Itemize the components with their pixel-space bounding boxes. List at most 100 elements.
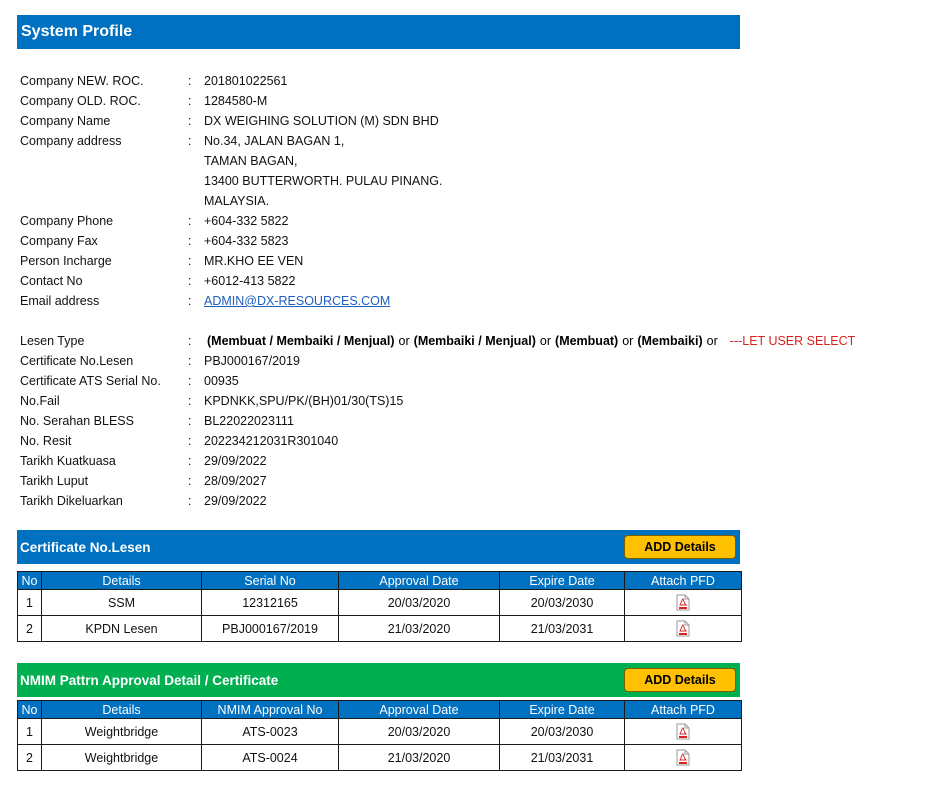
value-cert-no-lesen: PBJ000167/2019 <box>204 354 300 368</box>
label-cert-no-lesen: Certificate No.Lesen <box>20 354 134 368</box>
label-cert-ats-serial: Certificate ATS Serial No. <box>20 374 161 388</box>
cell-no: 2 <box>17 615 42 642</box>
row-contact-no: Contact No : +6012-413 5822 <box>20 273 855 293</box>
lesen-type-options: (Membuat / Membaiki / Menjual) or (Membaik… <box>204 333 855 353</box>
label-lesen-type: Lesen Type <box>20 334 85 348</box>
label-no-resit: No. Resit <box>20 434 72 448</box>
address-line-1: No.34, JALAN BAGAN 1, <box>204 134 345 148</box>
row-company-old-roc: Company OLD. ROC. : 1284580-M <box>20 93 855 113</box>
cell-expire: 20/03/2030 <box>499 718 625 745</box>
nmim-section-header: NMIM Pattrn Approval Detail / Certificat… <box>17 663 740 697</box>
colon: : <box>188 294 192 308</box>
nmim-add-details-button[interactable]: ADD Details <box>624 668 736 692</box>
page-title: System Profile <box>21 23 133 40</box>
value-contact-no: +6012-413 5822 <box>204 274 296 288</box>
cert-section-header: Certificate No.Lesen ADD Details <box>17 530 740 564</box>
value-company-old-roc: 1284580-M <box>204 94 268 108</box>
col-header-attach: Attach PFD <box>624 700 742 719</box>
cell-approval: 21/03/2020 <box>338 744 500 771</box>
cell-approval: 21/03/2020 <box>338 615 500 642</box>
table-row: 1 Weightbridge ATS-0023 20/03/2020 20/03… <box>17 718 742 745</box>
col-header-approval: Approval Date <box>338 571 500 590</box>
label-email: Email address <box>20 294 100 308</box>
lesen-option-4[interactable]: (Membaiki) <box>637 334 702 348</box>
colon: : <box>188 394 192 408</box>
colon: : <box>188 434 192 448</box>
table-row: 1 SSM 12312165 20/03/2020 20/03/2030 <box>17 589 742 616</box>
row-company-address: Company address : No.34, JALAN BAGAN 1, … <box>20 133 855 213</box>
value-tarikh-dikeluarkan: 29/09/2022 <box>204 494 267 508</box>
cell-no: 2 <box>17 744 42 771</box>
lesen-option-3[interactable]: (Membuat) <box>555 334 618 348</box>
row-email: Email address : ADMIN@DX-RESOURCES.COM <box>20 293 855 313</box>
value-person-incharge: MR.KHO EE VEN <box>204 254 304 268</box>
cell-attach <box>624 744 742 771</box>
value-tarikh-kuatkuasa: 29/09/2022 <box>204 454 267 468</box>
cell-expire: 20/03/2030 <box>499 589 625 616</box>
table-row: 2 KPDN Lesen PBJ000167/2019 21/03/2020 2… <box>17 615 742 642</box>
label-contact-no: Contact No <box>20 274 83 288</box>
row-company-name: Company Name : DX WEIGHING SOLUTION (M) … <box>20 113 855 133</box>
lesen-option-1[interactable]: (Membuat / Membaiki / Menjual) <box>207 334 395 348</box>
cert-table: No Details Serial No Approval Date Expir… <box>17 571 742 642</box>
row-company-new-roc: Company NEW. ROC. : 201801022561 <box>20 73 855 93</box>
colon: : <box>188 134 192 148</box>
address-line-4: MALAYSIA. <box>204 194 270 208</box>
row-tarikh-dikeluarkan: Tarikh Dikeluarkan : 29/09/2022 <box>20 493 855 513</box>
col-header-serial: Serial No <box>201 571 339 590</box>
colon: : <box>188 494 192 508</box>
cell-attach <box>624 615 742 642</box>
value-no-fail: KPDNKK,SPU/PK/(BH)01/30(TS)15 <box>204 394 404 408</box>
colon: : <box>188 454 192 468</box>
row-lesen-type: Lesen Type : (Membuat / Membaiki / Menju… <box>20 333 855 353</box>
col-header-expire: Expire Date <box>499 700 625 719</box>
label-company-address: Company address <box>20 134 122 148</box>
colon: : <box>188 74 192 88</box>
cert-add-details-button[interactable]: ADD Details <box>624 535 736 559</box>
col-header-details: Details <box>41 700 202 719</box>
or-separator: or <box>539 334 552 348</box>
label-company-new-roc: Company NEW. ROC. <box>20 74 144 88</box>
colon: : <box>188 114 192 128</box>
label-tarikh-dikeluarkan: Tarikh Dikeluarkan <box>20 494 123 508</box>
col-header-expire: Expire Date <box>499 571 625 590</box>
cert-table-header: No Details Serial No Approval Date Expir… <box>17 571 742 590</box>
cell-attach <box>624 718 742 745</box>
colon: : <box>188 414 192 428</box>
label-person-incharge: Person Incharge <box>20 254 112 268</box>
value-company-fax: +604-332 5823 <box>204 234 289 248</box>
email-link[interactable]: ADMIN@DX-RESOURCES.COM <box>204 293 390 313</box>
row-company-phone: Company Phone : +604-332 5822 <box>20 213 855 233</box>
colon: : <box>188 354 192 368</box>
pdf-icon[interactable] <box>676 620 690 637</box>
cell-details: SSM <box>41 589 202 616</box>
colon: : <box>188 474 192 488</box>
colon: : <box>188 274 192 288</box>
lesen-option-2[interactable]: (Membaiki / Menjual) <box>414 334 536 348</box>
cell-details: Weightbridge <box>41 718 202 745</box>
pdf-icon[interactable] <box>676 749 690 766</box>
label-tarikh-luput: Tarikh Luput <box>20 474 89 488</box>
colon: : <box>188 334 192 348</box>
col-header-no: No <box>17 700 42 719</box>
cell-nmim-approval-no: ATS-0024 <box>201 744 339 771</box>
value-company-new-roc: 201801022561 <box>204 74 288 88</box>
address-line-3: 13400 BUTTERWORTH. PULAU PINANG. <box>204 174 443 188</box>
label-company-name: Company Name <box>20 114 111 128</box>
label-no-serahan: No. Serahan BLESS <box>20 414 134 428</box>
col-header-details: Details <box>41 571 202 590</box>
label-no-fail: No.Fail <box>20 394 60 408</box>
lesen-note: ---LET USER SELECT <box>729 334 856 348</box>
nmim-table: No Details NMIM Approval No Approval Dat… <box>17 700 742 771</box>
pdf-icon[interactable] <box>676 723 690 740</box>
col-header-approval: Approval Date <box>338 700 500 719</box>
or-separator: or <box>398 334 410 348</box>
cert-section-title: Certificate No.Lesen <box>20 539 151 555</box>
cell-no: 1 <box>17 589 42 616</box>
pdf-icon[interactable] <box>676 594 690 611</box>
value-no-serahan: BL22022023111 <box>204 414 294 428</box>
cell-details: Weightbridge <box>41 744 202 771</box>
colon: : <box>188 94 192 108</box>
label-tarikh-kuatkuasa: Tarikh Kuatkuasa <box>20 454 116 468</box>
